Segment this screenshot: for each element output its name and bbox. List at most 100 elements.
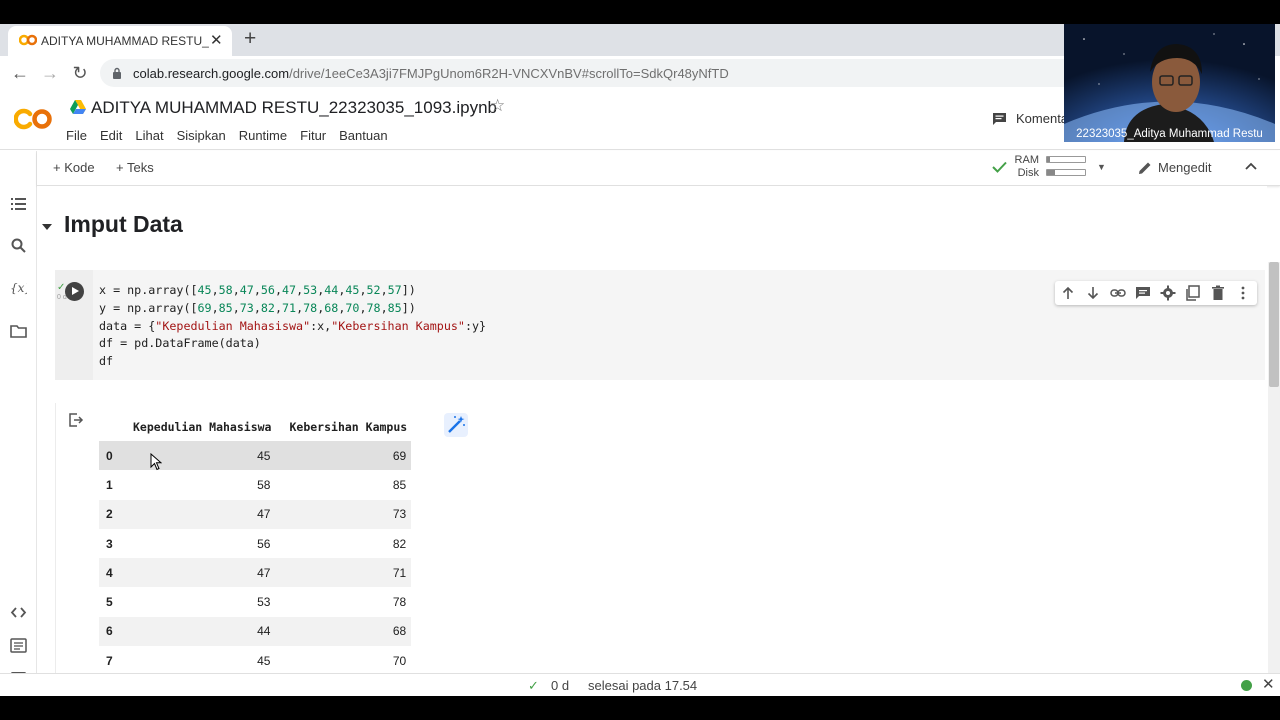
table-row: 2 47 73 — [99, 499, 412, 529]
chevron-up-icon[interactable] — [1244, 159, 1258, 173]
webcam-overlay: 22323035_Aditya Muhammad Restu — [1064, 24, 1275, 142]
row-index: 6 — [106, 624, 113, 639]
code-number: 44 — [324, 283, 339, 297]
delete-icon[interactable] — [1210, 285, 1226, 301]
notebook-title[interactable]: ADITYA MUHAMMAD RESTU_22323035_1093.ipyn… — [91, 98, 497, 118]
colab-favicon-icon — [19, 34, 37, 46]
folder-icon[interactable] — [10, 323, 27, 340]
close-icon[interactable]: ✕ — [1262, 675, 1275, 693]
mouse-cursor-icon — [150, 453, 162, 471]
table-cell: 47 — [257, 565, 271, 580]
code-number: 82 — [260, 300, 275, 315]
move-up-icon[interactable] — [1060, 285, 1076, 301]
connection-status-dot — [1241, 680, 1252, 691]
search-icon[interactable] — [10, 237, 27, 254]
status-message: selesai pada 17.54 — [588, 678, 698, 693]
reload-icon[interactable]: ↻ — [69, 62, 91, 84]
table-row: 3 56 82 — [99, 529, 411, 558]
ram-meter[interactable] — [1046, 156, 1086, 163]
code-snippets-icon[interactable] — [10, 604, 27, 621]
menu-bantuan[interactable]: Bantuan — [339, 128, 387, 143]
move-down-icon[interactable] — [1085, 285, 1101, 301]
table-cell: 73 — [392, 507, 407, 522]
table-row: 6 44 68 — [99, 616, 412, 647]
scrollbar-thumb[interactable] — [1269, 262, 1279, 387]
column-header: Kepedulian Mahasiswa — [133, 420, 272, 434]
row-index: 3 — [106, 536, 113, 551]
pencil-icon — [1139, 162, 1151, 174]
table-row: 0 45 69 — [99, 441, 412, 471]
row-index: 0 — [106, 448, 113, 463]
drive-icon[interactable] — [70, 100, 86, 114]
star-icon[interactable]: ☆ — [490, 96, 505, 116]
table-of-contents-icon[interactable] — [10, 195, 27, 212]
code-editor[interactable]: x = np.array([45,58,47,56,47,53,44,45,52… — [99, 282, 486, 371]
ram-meter-fill — [1047, 157, 1051, 162]
code-line: y = np.array([69,85,73,82,71,78,68,70,78… — [99, 300, 416, 315]
code-string: "Kepedulian Mahasiswa" — [155, 318, 311, 333]
code-line: df = pd.DataFrame(data) — [99, 336, 261, 351]
code-number: 45 — [345, 283, 360, 297]
row-index: 1 — [106, 477, 113, 492]
code-number: 70 — [345, 300, 360, 315]
menu-lihat[interactable]: Lihat — [135, 128, 163, 143]
url-host: colab.research.google.com — [133, 66, 290, 81]
link-icon[interactable] — [1110, 285, 1126, 301]
table-cell: 58 — [257, 477, 271, 492]
tab-close-icon[interactable]: ✕ — [210, 31, 223, 49]
screen: ADITYA MUHAMMAD RESTU_22323035_1093.ipyn… — [0, 24, 1280, 696]
table-row: 5 53 78 — [99, 587, 411, 616]
code-number: 57 — [387, 283, 402, 297]
command-palette-icon[interactable] — [10, 637, 27, 654]
run-cell-button[interactable] — [65, 282, 84, 301]
table-cell: 82 — [392, 536, 407, 551]
menu-edit[interactable]: Edit — [100, 128, 122, 143]
table-cell: 70 — [392, 653, 407, 668]
add-comment-icon[interactable] — [1135, 285, 1151, 301]
add-text-button[interactable]: + Teks — [116, 160, 154, 175]
participant-name: 22323035_Aditya Muhammad Restu — [1076, 128, 1263, 140]
table-cell: 53 — [257, 595, 271, 610]
table-cell: 71 — [392, 565, 407, 580]
back-icon[interactable]: ← — [9, 62, 31, 84]
menu-sisipkan[interactable]: Sisipkan — [177, 128, 226, 143]
notebook-toolbar: + Kode + Teks RAM Disk ▼ Mengedit — [37, 151, 1280, 186]
colab-logo[interactable] — [14, 108, 54, 130]
forward-icon[interactable]: → — [39, 62, 61, 84]
settings-gear-icon[interactable] — [1160, 285, 1176, 301]
code-line: x = np.array([45,58,47,56,47,53,44,45,52… — [99, 283, 416, 297]
row-index: 5 — [106, 595, 113, 610]
dataframe-table: Kepedulian Mahasiswa Kebersihan Kampus 0… — [99, 413, 412, 673]
row-index: 4 — [106, 565, 113, 580]
section-collapse-caret-icon[interactable] — [42, 223, 52, 231]
magic-wand-icon[interactable] — [444, 413, 468, 437]
row-index: 7 — [106, 653, 113, 668]
code-number: 85 — [387, 300, 402, 315]
comment-icon[interactable] — [992, 112, 1007, 125]
mirror-cell-icon[interactable] — [1185, 285, 1201, 301]
menu-runtime[interactable]: Runtime — [239, 128, 287, 143]
table-cell: 44 — [257, 624, 271, 639]
disk-meter[interactable] — [1046, 169, 1086, 176]
table-cell: 56 — [257, 536, 271, 551]
menu-fitur[interactable]: Fitur — [300, 128, 326, 143]
cell-toolbar — [1055, 281, 1257, 305]
menu-file[interactable]: File — [66, 128, 87, 143]
status-bar: ✓ 0 d selesai pada 17.54 ✕ — [0, 673, 1280, 696]
lock-icon — [113, 67, 121, 79]
add-code-button[interactable]: + Kode — [53, 160, 95, 175]
row-index: 2 — [106, 507, 113, 522]
url-text: colab.research.google.com/drive/1eeCe3A3… — [133, 66, 729, 81]
variables-icon[interactable]: {x} — [10, 279, 27, 296]
code-number: 58 — [218, 283, 233, 297]
more-options-icon[interactable] — [1235, 285, 1251, 301]
runtime-dropdown-icon[interactable]: ▼ — [1097, 162, 1106, 172]
code-number: 56 — [260, 283, 275, 297]
browser-tab[interactable]: ADITYA MUHAMMAD RESTU_22323035_1093.ipyn… — [8, 26, 232, 56]
new-tab-icon[interactable]: + — [244, 27, 256, 51]
editing-mode-button[interactable]: Mengedit — [1158, 160, 1211, 175]
cell-output: Kepedulian Mahasiswa Kebersihan Kampus 0… — [55, 403, 1265, 673]
section-heading: Imput Data — [64, 211, 183, 237]
code-number: 78 — [303, 300, 318, 315]
table-cell: 45 — [257, 448, 271, 463]
